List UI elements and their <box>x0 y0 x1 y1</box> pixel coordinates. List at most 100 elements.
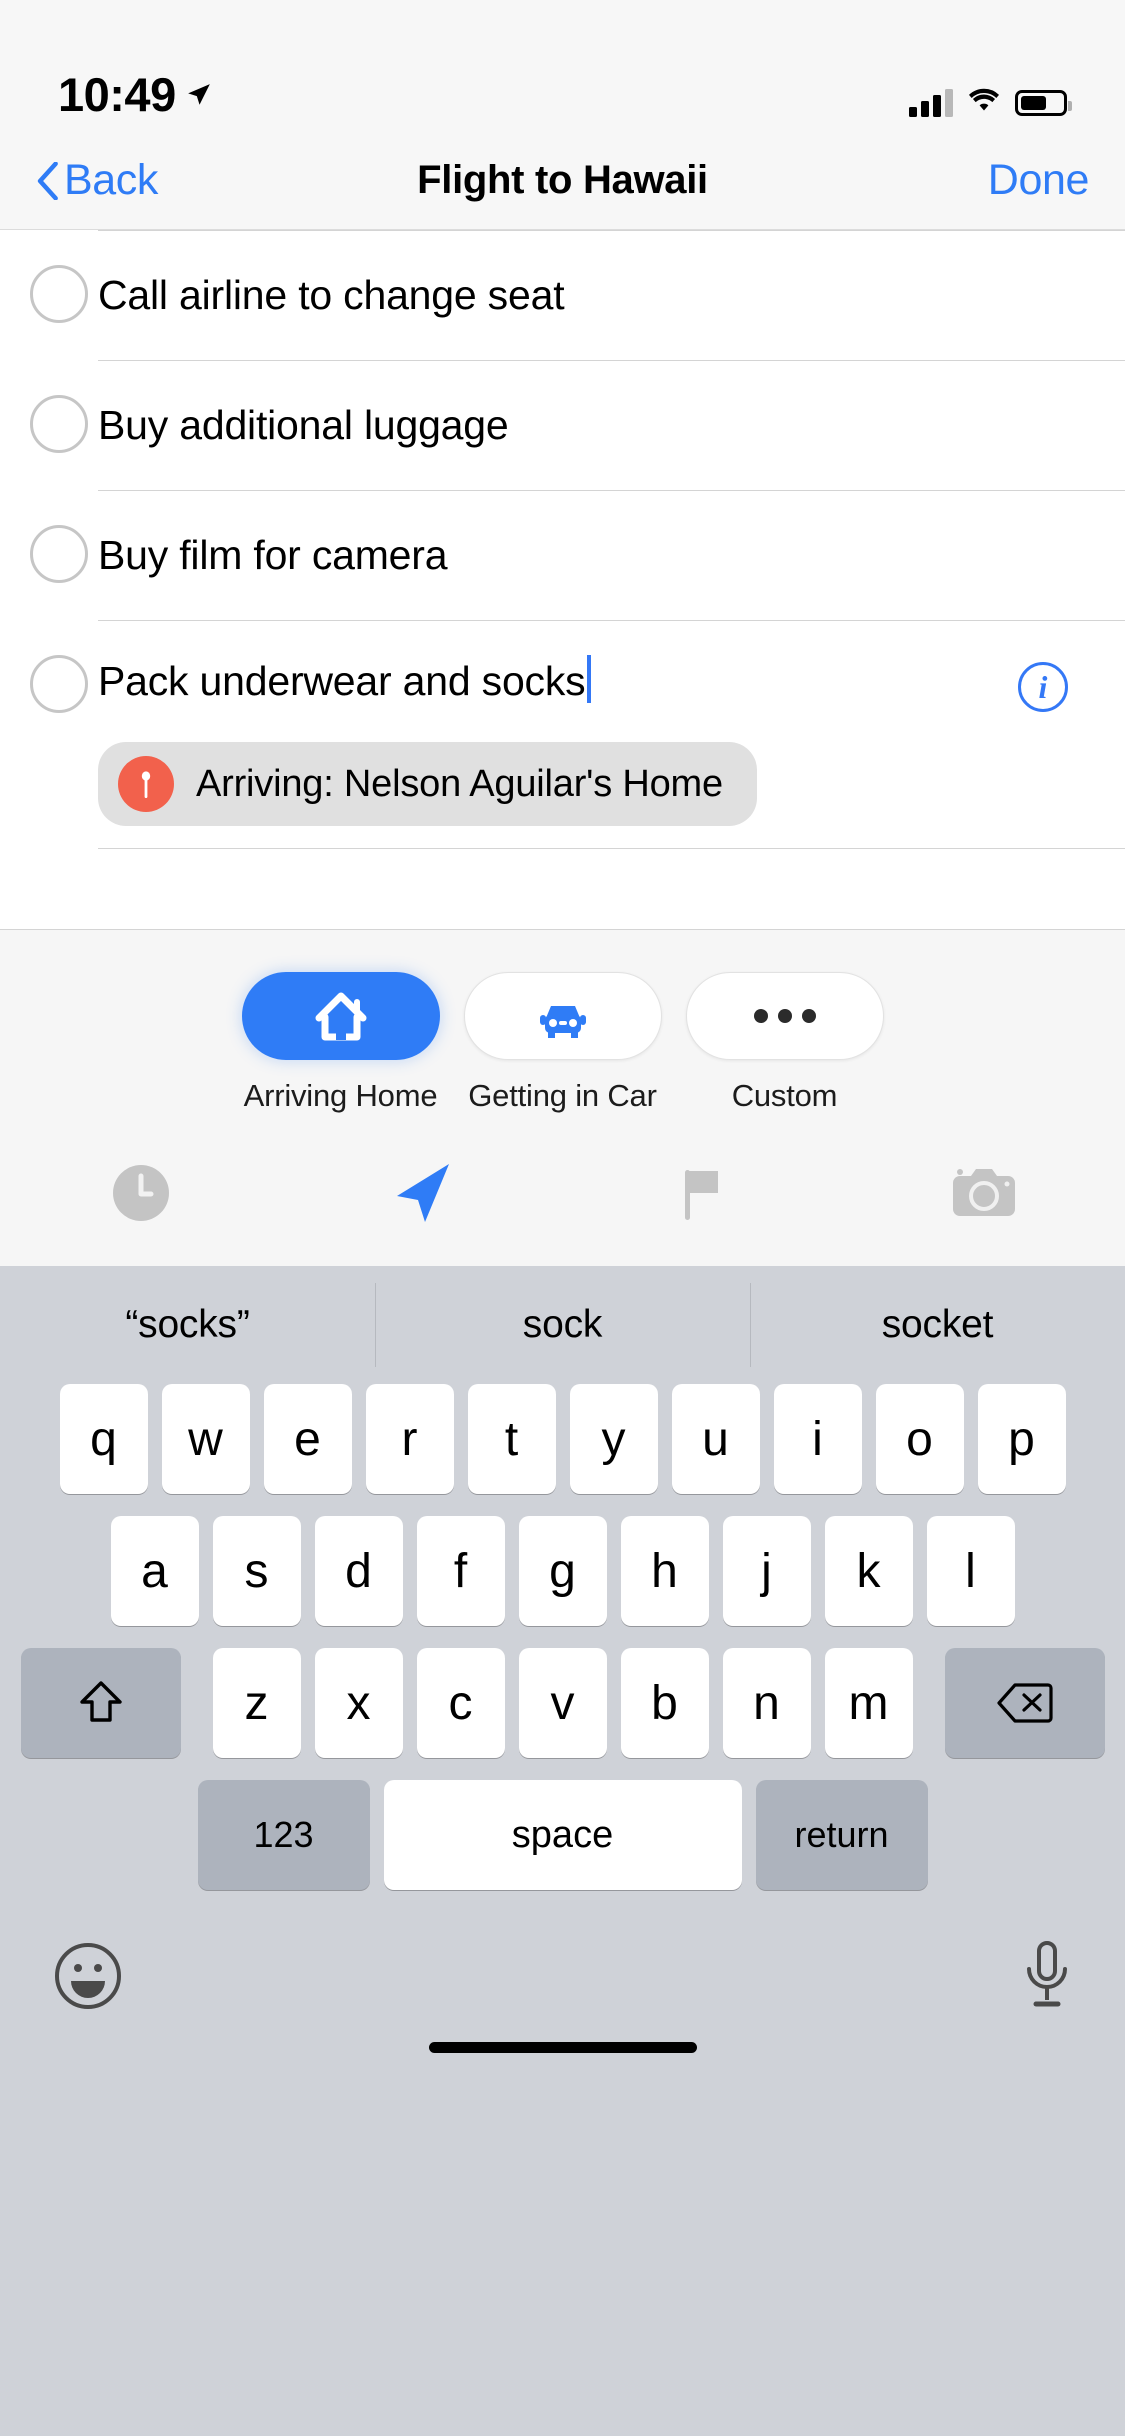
complete-toggle-circle[interactable] <box>30 265 88 323</box>
table-row[interactable]: Call airline to change seat <box>0 230 1125 360</box>
list-empty-space <box>0 849 1125 929</box>
predictive-bar: “socks” sock socket <box>0 1266 1125 1384</box>
prediction-1[interactable]: sock <box>375 1283 750 1367</box>
complete-toggle-circle[interactable] <box>30 525 88 583</box>
prediction-2[interactable]: socket <box>750 1283 1125 1367</box>
key-z[interactable]: z <box>212 1648 301 1758</box>
key-h[interactable]: h <box>620 1516 709 1626</box>
table-row[interactable]: Buy film for camera <box>0 490 1125 620</box>
key-q[interactable]: q <box>59 1384 148 1494</box>
key-o[interactable]: o <box>875 1384 964 1494</box>
key-u[interactable]: u <box>671 1384 760 1494</box>
toolbar-button-camera[interactable] <box>844 1148 1125 1238</box>
numbers-key[interactable]: 123 <box>197 1780 370 1890</box>
key-k[interactable]: k <box>824 1516 913 1626</box>
battery-icon <box>1015 89 1072 116</box>
table-row[interactable]: Buy additional luggage <box>0 360 1125 490</box>
camera-icon <box>949 1164 1019 1222</box>
key-m[interactable]: m <box>824 1648 913 1758</box>
house-icon <box>313 990 369 1042</box>
microphone-icon[interactable] <box>1021 1938 1073 2014</box>
key-b[interactable]: b <box>620 1648 709 1758</box>
status-bar-right <box>909 87 1072 118</box>
reminder-title[interactable]: Buy additional luggage <box>98 404 509 446</box>
keyboard-row-3: z x c v b n m <box>0 1648 1125 1758</box>
quick-action-pill[interactable] <box>463 972 662 1060</box>
reminder-title[interactable]: Call airline to change seat <box>98 274 565 316</box>
key-g[interactable]: g <box>518 1516 607 1626</box>
location-alert-badge[interactable]: Arriving: Nelson Aguilar's Home <box>98 742 757 826</box>
table-row-editing[interactable]: Pack underwear and socks i Arriving: Nel… <box>0 620 1125 848</box>
input-accessory-panel: Arriving Home Getting in Car Custom <box>0 929 1125 1266</box>
back-button[interactable]: Back <box>36 156 158 205</box>
key-d[interactable]: d <box>314 1516 403 1626</box>
home-indicator[interactable] <box>428 2042 697 2053</box>
reminder-title-input[interactable]: Pack underwear and socks <box>98 660 586 702</box>
back-button-label: Back <box>64 156 158 204</box>
chevron-left-icon <box>36 161 58 200</box>
prediction-0[interactable]: “socks” <box>0 1303 375 1347</box>
quick-action-label: Getting in Car <box>468 1078 657 1113</box>
key-r[interactable]: r <box>365 1384 454 1494</box>
row-content: Pack underwear and socks i <box>98 620 1125 742</box>
key-p[interactable]: p <box>977 1384 1066 1494</box>
info-button[interactable]: i <box>1018 662 1068 712</box>
status-bar-left: 10:49 <box>58 71 212 118</box>
key-v[interactable]: v <box>518 1648 607 1758</box>
reminders-list: Call airline to change seat Buy addition… <box>0 230 1125 929</box>
onscreen-keyboard: “socks” sock socket q w e r t y u i o p … <box>0 1266 1125 2436</box>
key-n[interactable]: n <box>722 1648 811 1758</box>
shift-key[interactable] <box>20 1648 181 1758</box>
complete-toggle-circle[interactable] <box>30 655 88 713</box>
space-key[interactable]: space <box>383 1780 742 1890</box>
keyboard-row-2: a s d f g h j k l <box>0 1516 1125 1626</box>
key-x[interactable]: x <box>314 1648 403 1758</box>
navigation-bar: Back Flight to Hawaii Done <box>0 132 1125 230</box>
car-icon <box>535 990 591 1042</box>
ellipsis-icon <box>753 1009 816 1023</box>
key-c[interactable]: c <box>416 1648 505 1758</box>
toolbar-button-clock[interactable] <box>0 1148 281 1238</box>
row-content: Call airline to change seat <box>98 230 1125 360</box>
quick-action-arriving-home[interactable]: Arriving Home <box>241 972 440 1114</box>
key-j[interactable]: j <box>722 1516 811 1626</box>
quick-action-pill[interactable] <box>241 972 440 1060</box>
quick-actions-row: Arriving Home Getting in Car Custom <box>0 972 1125 1114</box>
key-t[interactable]: t <box>467 1384 556 1494</box>
toolbar-button-location[interactable] <box>281 1148 562 1238</box>
map-pin-icon <box>118 756 174 812</box>
home-indicator-area <box>0 2036 1125 2096</box>
key-f[interactable]: f <box>416 1516 505 1626</box>
quick-action-label: Custom <box>731 1078 838 1113</box>
reminder-title[interactable]: Buy film for camera <box>98 534 448 576</box>
quick-action-label: Arriving Home <box>243 1078 438 1113</box>
backspace-key[interactable] <box>944 1648 1105 1758</box>
key-w[interactable]: w <box>161 1384 250 1494</box>
complete-toggle-circle[interactable] <box>30 395 88 453</box>
keyboard-row-4: 123 space return <box>0 1780 1125 1890</box>
key-y[interactable]: y <box>569 1384 658 1494</box>
emoji-smiley-icon[interactable] <box>52 1940 124 2012</box>
row-separator <box>98 490 1125 491</box>
return-key[interactable]: return <box>755 1780 928 1890</box>
row-content: Buy film for camera <box>98 490 1125 620</box>
toolbar-button-flag[interactable] <box>563 1148 844 1238</box>
key-e[interactable]: e <box>263 1384 352 1494</box>
key-i[interactable]: i <box>773 1384 862 1494</box>
keyboard-row-1: q w e r t y u i o p <box>0 1384 1125 1494</box>
key-l[interactable]: l <box>926 1516 1015 1626</box>
quick-action-getting-in-car[interactable]: Getting in Car <box>463 972 662 1114</box>
clock-icon <box>110 1162 172 1224</box>
text-cursor <box>587 655 592 703</box>
row-separator <box>98 230 1125 231</box>
quick-action-pill[interactable] <box>685 972 884 1060</box>
row-content: Buy additional luggage <box>98 360 1125 490</box>
shift-arrow-icon <box>78 1678 124 1728</box>
location-alert-label: Arriving: Nelson Aguilar's Home <box>196 762 723 805</box>
done-button[interactable]: Done <box>988 156 1090 205</box>
backspace-icon <box>996 1681 1054 1725</box>
quick-action-custom[interactable]: Custom <box>685 972 884 1114</box>
key-a[interactable]: a <box>110 1516 199 1626</box>
flag-icon <box>675 1162 731 1224</box>
key-s[interactable]: s <box>212 1516 301 1626</box>
